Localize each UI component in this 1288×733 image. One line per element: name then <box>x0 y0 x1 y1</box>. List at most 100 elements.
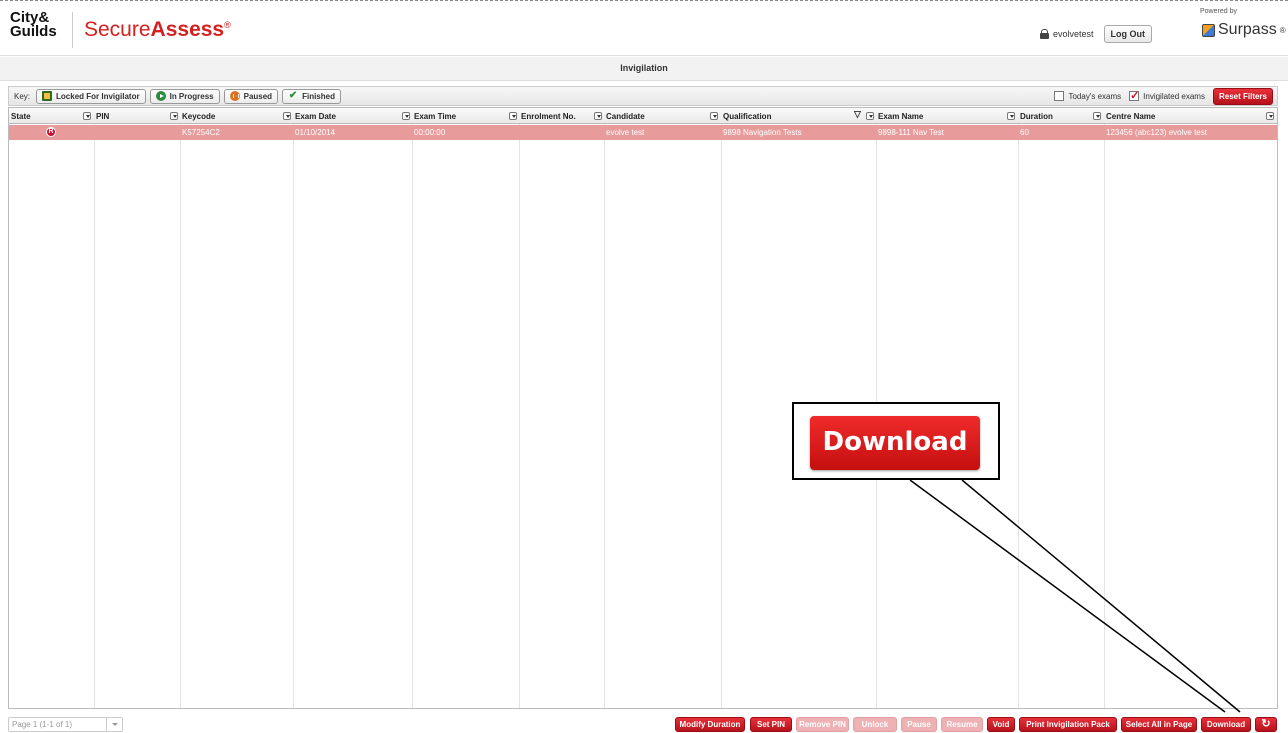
powered-by-text: Powered by <box>1200 8 1237 15</box>
column-header-keycode[interactable]: Keycode <box>180 108 293 124</box>
remove-pin-button[interactable]: Remove PIN <box>796 717 849 732</box>
set-pin-button[interactable]: Set PIN <box>750 717 792 732</box>
key-in-progress[interactable]: In Progress <box>149 88 220 104</box>
surpass-text: Surpass <box>1218 21 1277 38</box>
key-paused-label: Paused <box>243 91 273 101</box>
callout-download-button: Download <box>810 416 980 470</box>
key-finished[interactable]: ✔ Finished <box>282 88 341 104</box>
cell-duration: 60 <box>1020 128 1029 137</box>
page-title: Invigilation <box>0 57 1288 81</box>
column-title-candidate: Candidate <box>606 111 645 121</box>
column-header-state[interactable]: State <box>9 108 94 124</box>
column-filter-icon[interactable] <box>509 112 517 120</box>
invigilated-exams-label: Invigilated exams <box>1143 91 1205 101</box>
cell-pin <box>94 125 96 140</box>
column-filter-icon[interactable] <box>1266 112 1274 120</box>
chevron-down-icon[interactable] <box>106 718 122 731</box>
column-filter-icon[interactable] <box>83 112 91 120</box>
locked-icon <box>42 91 53 101</box>
todays-exams-checkbox[interactable] <box>1054 91 1065 101</box>
void-button[interactable]: Void <box>987 717 1015 732</box>
cell-enrolment-no <box>519 125 521 140</box>
key-finished-label: Finished <box>302 91 335 101</box>
column-header-candidate[interactable]: Candidate <box>604 108 721 124</box>
play-icon <box>155 91 166 101</box>
key-paused[interactable]: Paused <box>223 88 279 104</box>
logo-divider <box>72 12 73 48</box>
unlock-button[interactable]: Unlock <box>853 717 897 732</box>
column-filter-icon[interactable] <box>710 112 718 120</box>
key-locked-for-invigilator[interactable]: Locked For Invigilator <box>36 88 146 104</box>
cell-exam-date: 01/10/2014 <box>295 128 336 137</box>
logo-secure-text: Secure <box>84 18 151 41</box>
column-header-duration[interactable]: Duration <box>1018 108 1104 124</box>
column-header-exam-date[interactable]: Exam Date <box>293 108 412 124</box>
column-divider <box>1018 124 1019 708</box>
filters: Today's exams Invigilated exams Reset Fi… <box>1054 87 1273 105</box>
logout-button[interactable]: Log Out <box>1103 25 1153 43</box>
download-button[interactable]: Download <box>1201 717 1251 732</box>
invigilation-grid: State PIN Keycode Exam Date Exam Time En… <box>8 107 1278 709</box>
column-title-keycode: Keycode <box>182 111 216 121</box>
key-bar: Key: Locked For Invigilator In Progress … <box>8 86 1278 106</box>
column-divider <box>604 124 605 708</box>
user-area: evolvetest Log Out <box>1040 25 1153 43</box>
column-filter-icon[interactable] <box>170 112 178 120</box>
key-label: Key: <box>14 91 31 101</box>
surpass-icon <box>1202 23 1215 37</box>
column-divider <box>180 124 181 708</box>
modify-duration-button[interactable]: Modify Duration <box>675 717 745 732</box>
column-title-duration: Duration <box>1020 111 1053 121</box>
print-invigilation-pack-button[interactable]: Print Invigilation Pack <box>1019 717 1117 732</box>
logo-assess-text: Assess <box>150 18 225 41</box>
column-header-pin[interactable]: PIN <box>94 108 180 124</box>
header: City& Guilds SecureAssess® evolvetest Lo… <box>0 2 1288 56</box>
column-filter-icon[interactable] <box>283 112 291 120</box>
cell-candidate: evolve test <box>606 128 645 137</box>
column-divider <box>94 124 95 708</box>
column-title-exam-name: Exam Name <box>878 111 924 121</box>
column-header-exam-name[interactable]: Exam Name <box>876 108 1018 124</box>
column-header-exam-time[interactable]: Exam Time <box>412 108 519 124</box>
select-all-in-page-button[interactable]: Select All in Page <box>1121 717 1197 732</box>
column-title-exam-date: Exam Date <box>295 111 336 121</box>
cell-exam-time: 00:00:00 <box>414 128 446 137</box>
column-header-enrolment-no[interactable]: Enrolment No. <box>519 108 604 124</box>
column-divider <box>721 124 722 708</box>
lock-icon <box>1040 29 1049 39</box>
column-filter-icon[interactable] <box>866 112 874 120</box>
column-filter-icon[interactable] <box>402 112 410 120</box>
reset-filters-button[interactable]: Reset Filters <box>1212 87 1273 105</box>
username: evolvetest <box>1053 29 1094 39</box>
cell-qualification: 9898 Navigation Tests <box>723 128 802 137</box>
column-filter-icon[interactable] <box>1093 112 1101 120</box>
invigilated-exams-checkbox[interactable] <box>1129 89 1139 102</box>
refresh-icon[interactable]: ↻ <box>1255 717 1277 732</box>
column-header-qualification[interactable]: Qualification ▽ <box>721 108 876 124</box>
column-title-qualification: Qualification <box>723 111 772 121</box>
todays-exams-label: Today's exams <box>1068 91 1122 101</box>
column-title-pin: PIN <box>96 111 110 121</box>
column-title-enrolment-no: Enrolment No. <box>521 111 576 121</box>
pause-button[interactable]: Pause <box>901 717 937 732</box>
column-divider <box>293 124 294 708</box>
column-divider <box>519 124 520 708</box>
column-title-state: State <box>11 111 31 121</box>
key-in-progress-label: In Progress <box>169 91 214 101</box>
funnel-icon[interactable]: ▽ <box>854 109 861 120</box>
table-row[interactable]: R K57254C2 01/10/2014 00:00:00 evolve te… <box>9 125 1277 140</box>
column-filter-icon[interactable] <box>594 112 602 120</box>
footer-toolbar: Page 1 (1-1 of 1) Modify Duration Set PI… <box>0 713 1288 733</box>
column-filter-icon[interactable] <box>1007 112 1015 120</box>
page-selector[interactable]: Page 1 (1-1 of 1) <box>8 717 123 732</box>
secureassess-logo: SecureAssess® <box>84 18 231 42</box>
column-header-centre-name[interactable]: Centre Name <box>1104 108 1277 124</box>
grid-header: State PIN Keycode Exam Date Exam Time En… <box>9 108 1277 124</box>
logo-registered-mark: ® <box>224 20 231 30</box>
pause-icon <box>229 91 240 101</box>
resume-button[interactable]: Resume <box>941 717 983 732</box>
app-root: City& Guilds SecureAssess® evolvetest Lo… <box>0 0 1288 733</box>
surpass-registered-mark: ® <box>1279 25 1286 35</box>
column-divider <box>1104 124 1105 708</box>
city-guilds-logo: City& Guilds <box>10 10 57 39</box>
